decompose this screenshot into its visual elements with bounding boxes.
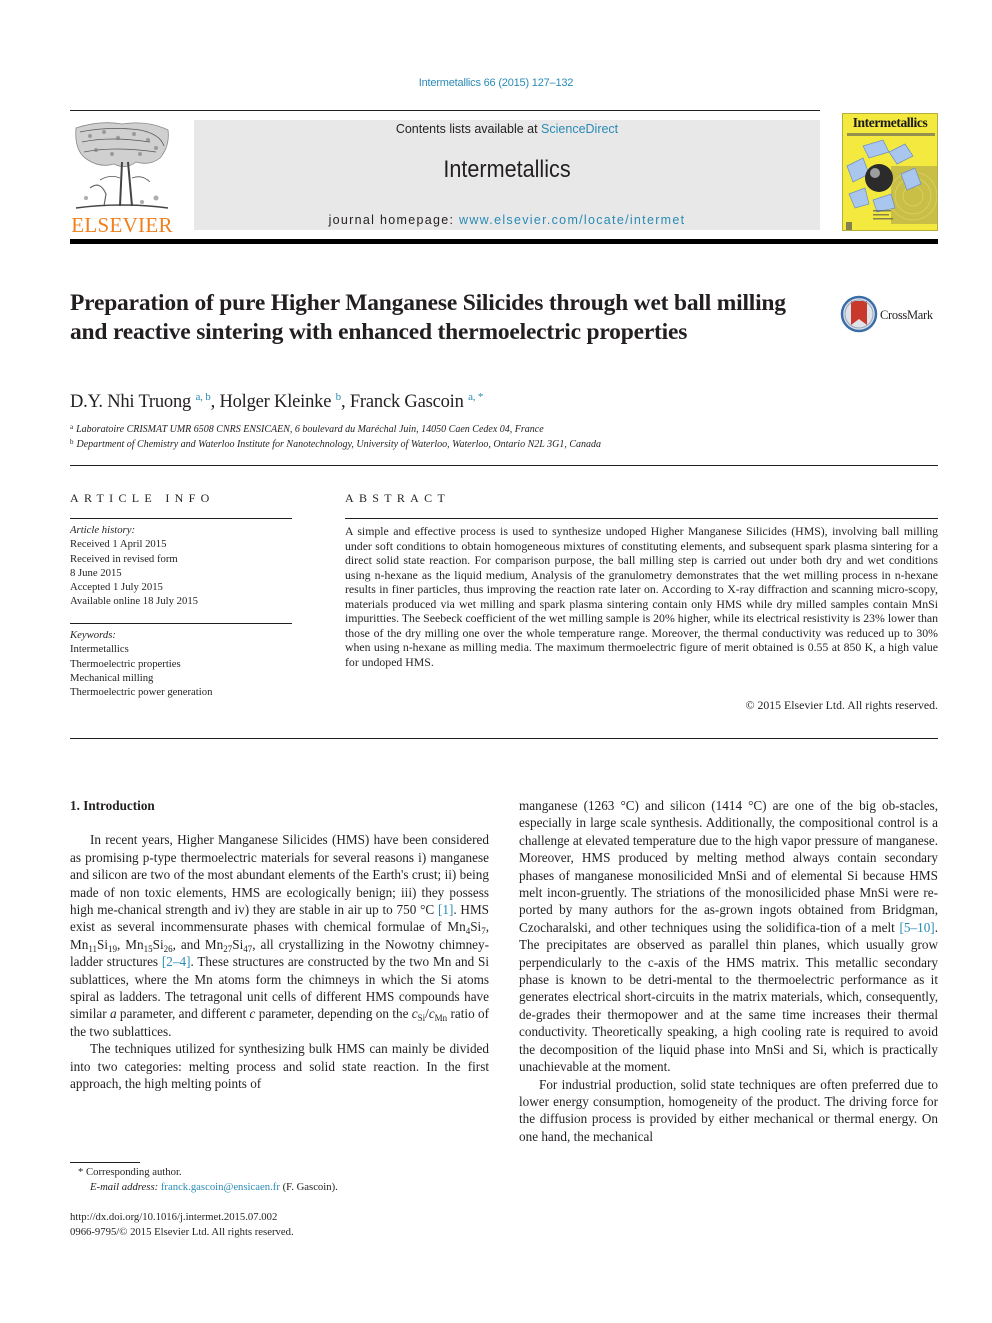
email-note: E-mail address: franck.gascoin@ensicaen.… [90,1181,338,1193]
history-item: Received in revised form [70,552,178,565]
header-rule [70,110,820,111]
sciencedirect-link[interactable]: ScienceDirect [541,122,618,136]
issn-copyright: 0966-9795/© 2015 Elsevier Ltd. All right… [70,1226,294,1238]
body-paragraph: In recent years, Higher Manganese Silici… [70,832,490,1039]
author-name[interactable]: D.Y. Nhi Truong [70,392,191,412]
ratio-expression: cSi/cMn [411,1006,448,1024]
journal-citation[interactable]: Intermetallics 66 (2015) 127–132 [0,77,992,89]
homepage-link[interactable]: www.elsevier.com/locate/intermet [459,213,685,227]
crossmark-label: CrossMark [880,308,933,322]
text-run: In recent years, Higher Manganese Silici… [70,832,489,918]
abstract-text: A simple and effective process is used t… [345,524,938,669]
abstract-heading: ABSTRACT [345,491,451,505]
history-item: 8 June 2015 [70,566,122,579]
homepage-prefix: journal homepage: [328,213,460,227]
text-run: . The precipitates are observed as paral… [519,919,938,1075]
header-thick-rule [70,239,938,244]
body-column-left: 1. Introduction In recent years, Higher … [70,797,489,1093]
body-paragraph: The techniques utilized for synthesizing… [70,1041,489,1092]
chemical-formula: Mn11Si19 [70,936,117,954]
variable: a [109,1006,117,1022]
history-item: Available online 18 July 2015 [70,595,199,608]
cover-title: Intermetallics [852,115,928,130]
chemical-formula: Mn27Si47 [204,936,253,954]
chemical-formula: Mn4Si7 [447,919,486,937]
author-list: D.Y. Nhi Truong a, b, Holger Kleinke b, … [70,391,483,413]
email-label: E-mail address: [90,1181,161,1193]
body-column-right: manganese (1263 °C) and silicon (1414 °C… [519,797,938,1145]
cover-subtitle [847,133,935,136]
journal-homepage: journal homepage: www.elsevier.com/locat… [194,213,820,227]
keyword-item: Intermetallics [70,643,129,656]
article-title: Preparation of pure Higher Manganese Sil… [70,290,786,345]
reference-link[interactable]: [1] [438,902,453,917]
text-run: manganese (1263 °C) and silicon (1414 °C… [519,798,938,935]
journal-cover[interactable]: Intermetallics [842,113,938,231]
elsevier-wordmark: ELSEVIER [71,213,173,237]
affiliation-mark: a [70,423,74,431]
body-paragraph: manganese (1263 °C) and silicon (1414 °C… [519,797,938,1076]
affiliation-mark: b [70,438,74,446]
affiliation-text: Department of Chemistry and Waterloo Ins… [76,439,602,450]
elsevier-logo[interactable]: ELSEVIER [70,118,174,237]
text-run: parameter, and different [116,1006,250,1022]
contents-prefix: Contents lists available at [395,122,542,136]
article-info-heading: ARTICLE INFO [70,491,215,505]
author-affiliation-marker[interactable]: a, b [196,391,211,403]
keyword-item: Mechanical milling [70,671,154,684]
journal-name: Intermetallics [443,156,571,183]
footnote-rule [70,1162,140,1163]
abstract-rule [345,518,938,519]
email-suffix: (F. Gascoin). [279,1181,338,1193]
doi-link[interactable]: http://dx.doi.org/10.1016/j.intermet.201… [70,1211,277,1223]
keywords-label: Keywords: [70,629,116,641]
history-item: Received 1 April 2015 [70,538,167,551]
reference-link[interactable]: [5–10] [900,920,935,935]
reference-link[interactable]: [2–4] [162,954,191,969]
keyword-item: Thermoelectric properties [70,657,181,670]
article-history: Article history: Received 1 April 2015 R… [70,523,292,609]
crystal-structure-icon [846,139,937,230]
history-item: Accepted 1 July 2015 [70,581,163,594]
section-rule [70,465,938,466]
history-label: Article history: [70,524,136,536]
keyword-item: Thermoelectric power generation [70,686,213,699]
affiliation-text: Laboratoire CRISMAT UMR 6508 CNRS ENSICA… [76,424,544,435]
chemical-formula: Mn15Si26 [125,936,173,954]
author-name[interactable]: Franck Gascoin [350,392,464,412]
email-link[interactable]: franck.gascoin@ensicaen.fr [161,1181,280,1193]
corresponding-author-note: * Corresponding author. [78,1166,182,1178]
text-run: parameter, depending on the [255,1006,412,1022]
keywords: Keywords: Intermetallics Thermoelectric … [70,628,292,699]
crossmark-button[interactable]: CrossMark [840,295,940,335]
section-heading-introduction: 1. Introduction [70,798,155,813]
contents-line: Contents lists available at ScienceDirec… [194,122,820,136]
author-name[interactable]: Holger Kleinke [219,392,331,412]
front-matter-end-rule [70,738,938,739]
author-affiliation-marker[interactable]: a, * [468,391,483,403]
keywords-rule [70,623,292,624]
article-info-rule [70,518,292,519]
affiliation-b: b Department of Chemistry and Waterloo In… [70,438,601,450]
elsevier-tree-icon [70,118,174,214]
body-paragraph: For industrial production, solid state t… [519,1076,938,1144]
journal-masthead: Contents lists available at ScienceDirec… [194,120,820,230]
crossmark-icon [840,295,878,333]
affiliation-a: a Laboratoire CRISMAT UMR 6508 CNRS ENSIC… [70,423,544,435]
abstract-copyright: © 2015 Elsevier Ltd. All rights reserved… [745,698,938,712]
author-separator: , [340,392,350,412]
